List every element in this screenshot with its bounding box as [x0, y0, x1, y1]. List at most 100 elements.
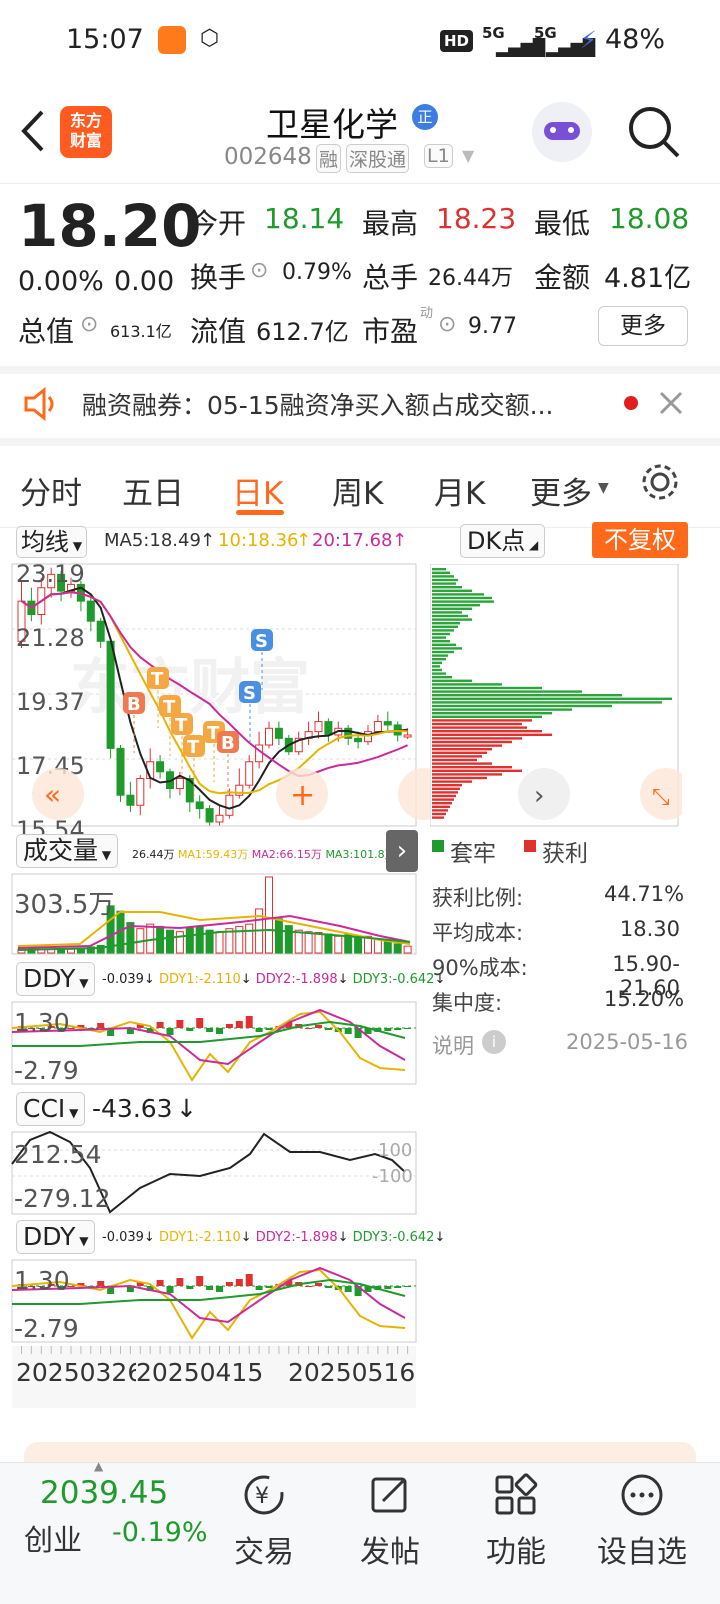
index-change[interactable]: -0.19% — [112, 1517, 208, 1548]
volume-bar — [67, 948, 75, 954]
chip-bar — [432, 766, 512, 769]
nav-add-watchlist-label: 设自选 — [597, 1535, 687, 1570]
legend-profit-label: 获利 — [542, 841, 588, 867]
ddy-bar — [324, 1028, 332, 1030]
nav-add-watchlist[interactable]: 设自选 — [592, 1473, 692, 1571]
logo-line1: 东方 — [69, 111, 102, 130]
candle-body — [205, 808, 214, 823]
dk-selector-label: DK点 — [467, 527, 526, 555]
adjust-button[interactable]: 不复权 — [592, 522, 688, 558]
nav-trade[interactable]: ¥ 交易 — [214, 1473, 314, 1571]
notice-bar[interactable]: 融资融券：05-15融资净买入额占成交额... — [0, 374, 720, 446]
volume-bar — [403, 945, 412, 954]
open-value: 18.14 — [264, 202, 345, 235]
ddy-bar — [404, 1286, 412, 1287]
index-name[interactable]: 创业 — [24, 1517, 82, 1559]
high-label: 最高 — [362, 207, 419, 240]
candle-body — [106, 640, 115, 749]
nav-functions-label: 功能 — [486, 1535, 546, 1570]
chip-bar — [432, 629, 454, 632]
ddy2-value: -0.039 — [102, 1230, 144, 1245]
bottom-nav: ▲ 2039.45 创业 -0.19% ¥ 交易 发帖 功能 设自选 — [0, 1459, 720, 1604]
candle-body — [403, 734, 412, 738]
candle-body — [96, 620, 105, 642]
x-tick-end: 20250516 — [288, 1358, 416, 1387]
nav-functions[interactable]: 功能 — [466, 1473, 566, 1571]
cci-selector[interactable]: CCI ▼ — [16, 1092, 86, 1126]
volume-value: 26.44万 — [428, 266, 513, 291]
ddy2-title: DDY — [23, 1222, 76, 1251]
app-logo[interactable]: 东方 财富 — [60, 106, 112, 158]
more-button[interactable]: 更多 — [598, 306, 688, 346]
ddy2-selector[interactable]: DDY ▼ — [16, 1220, 96, 1254]
ddy3-value: DDY3:-0.642 — [352, 972, 435, 987]
trade-yen-icon: ¥ — [244, 1475, 284, 1515]
chip-bar — [432, 668, 442, 672]
trade-marker-label: B — [127, 694, 141, 715]
chip-bar — [432, 798, 454, 801]
period-tabs: 分时 五日 日K 周K 月K 更多 ▼ — [0, 446, 720, 528]
chip-bar — [432, 611, 462, 614]
robot-assistant-icon[interactable] — [532, 102, 592, 162]
pe-value: 9.77 — [468, 314, 517, 339]
ddy2-y-tick-bottom: -2.79 — [14, 1314, 79, 1343]
back-arrow-icon[interactable] — [18, 108, 48, 154]
info-dots-icon-3[interactable]: ⊙ — [438, 312, 456, 337]
ddy-selector[interactable]: DDY ▼ — [16, 962, 96, 996]
status-time: 15:07 — [66, 24, 144, 55]
volume-selector[interactable]: 成交量 ▼ — [16, 834, 119, 868]
volume-bar — [354, 937, 363, 954]
tab-daily-k[interactable]: 日K — [232, 468, 283, 513]
ddy1-value: DDY1:-2.110 — [158, 972, 241, 987]
ddy-value: -0.039 — [102, 972, 144, 987]
ddy-title: DDY — [23, 964, 76, 993]
ddy-bar — [305, 1028, 313, 1029]
ddy-bar — [245, 1274, 253, 1286]
charging-icon: ⚡ — [580, 26, 597, 54]
tab-five-day[interactable]: 五日 — [122, 468, 184, 513]
info-dots-icon-2[interactable]: ⊙ — [80, 312, 98, 337]
dk-selector[interactable]: DK点 ◢ — [460, 524, 546, 558]
chip-bar — [432, 733, 552, 736]
index-up-caret-icon: ▲ — [94, 1459, 104, 1473]
chevron-down-icon[interactable]: ▼ — [462, 146, 474, 165]
volume-header: 26.44万 MA1:59.43万 MA2:66.15万 MA3:101.8万 — [132, 846, 396, 862]
index-value[interactable]: 2039.45 — [40, 1475, 168, 1511]
candle-body — [136, 777, 145, 806]
tab-monthly-k[interactable]: 月K — [434, 468, 485, 513]
tab-intraday[interactable]: 分时 — [20, 468, 82, 513]
verified-badge-icon: 正 — [412, 104, 438, 130]
chip-bar — [432, 661, 442, 664]
chip-bar — [432, 805, 450, 808]
chip-bar — [432, 686, 542, 690]
current-price: 18.20 — [18, 192, 202, 260]
info-dots-icon[interactable]: ⊙ — [250, 258, 268, 283]
close-icon[interactable] — [658, 390, 684, 416]
pe-label: 市盈 — [362, 315, 419, 348]
info-icon[interactable]: i — [482, 1030, 506, 1054]
search-icon[interactable] — [626, 104, 682, 160]
settings-gear-icon[interactable] — [638, 460, 682, 504]
tab-more[interactable]: 更多 — [530, 468, 592, 513]
volume-ma2: MA2:66.15万 — [251, 848, 322, 861]
explain-label[interactable]: 说明 — [432, 1030, 474, 1060]
kline-y-tick-label: 19.37 — [16, 688, 85, 716]
chip-distribution-svg[interactable]: › ⤡ — [430, 564, 682, 830]
expand-panel-button[interactable]: › — [386, 830, 418, 872]
ddy-bar — [245, 1016, 253, 1028]
chip-bar — [432, 809, 448, 812]
market-cap-value: 613.1亿 — [110, 322, 172, 341]
tab-weekly-k[interactable]: 周K — [332, 468, 383, 513]
cci-y-tick-bottom: -279.12 — [14, 1184, 111, 1213]
chip-bar — [432, 697, 672, 700]
candle-body — [195, 801, 204, 810]
chip-bar — [432, 694, 622, 697]
trade-marker-label: S — [255, 631, 268, 652]
volume-bar — [324, 933, 333, 954]
svg-text:¥: ¥ — [255, 1484, 269, 1509]
stock-header: 东方 财富 卫星化学 正 002648 融 深股通 L1 ▼ — [0, 84, 720, 184]
nav-post[interactable]: 发帖 — [340, 1473, 440, 1571]
ddy-bar — [166, 1286, 174, 1293]
chip-bar — [432, 719, 532, 722]
kline-y-tick-label: 23.19 — [16, 560, 85, 588]
